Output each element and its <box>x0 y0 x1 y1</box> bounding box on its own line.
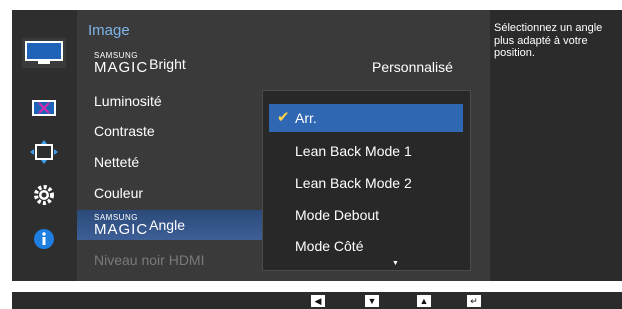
image-menu: Image SAMSUNG MAGIC Bright Personnalisé … <box>77 10 490 281</box>
info-icon[interactable] <box>22 224 66 254</box>
menu-item-magic-bright[interactable]: SAMSUNG MAGIC Bright <box>77 50 262 77</box>
dropdown-option-mode-cote[interactable]: Mode Côté <box>263 232 470 260</box>
help-text: Sélectionnez un angle plus adapté à votr… <box>494 22 603 60</box>
down-arrow-icon[interactable]: ▼ <box>365 295 379 307</box>
up-arrow-icon[interactable]: ▲ <box>417 295 431 307</box>
dropdown-option-label: Arr. <box>295 110 317 126</box>
dropdown-option-arr[interactable]: ✔ Arr. <box>269 104 463 132</box>
dropdown-option-lean-back-2[interactable]: Lean Back Mode 2 <box>263 169 470 197</box>
dropdown-option-mode-debout[interactable]: Mode Debout <box>263 201 470 229</box>
magic-prefix-bottom: MAGIC <box>94 220 149 238</box>
settings-icon[interactable] <box>22 180 66 210</box>
menu-item-nettete[interactable]: Netteté <box>77 148 262 175</box>
scroll-down-icon[interactable]: ▼ <box>392 260 399 267</box>
menu-item-label: Bright <box>149 55 186 72</box>
dropdown-option-lean-back-1[interactable]: Lean Back Mode 1 <box>263 137 470 165</box>
menu-item-couleur[interactable]: Couleur <box>77 179 262 206</box>
help-panel: Sélectionnez un angle plus adapté à votr… <box>490 10 622 281</box>
left-arrow-icon[interactable]: ◀ <box>311 295 325 307</box>
picture-icon[interactable] <box>22 38 66 68</box>
bright-value: Personnalisé <box>372 59 453 75</box>
menu-item-label: Angle <box>149 217 185 233</box>
menu-item-magic-angle[interactable]: SAMSUNG MAGIC Angle <box>77 210 262 240</box>
checkmark-icon: ✔ <box>277 109 290 126</box>
angle-dropdown[interactable]: ✔ Arr. Lean Back Mode 1 Lean Back Mode 2… <box>262 90 471 271</box>
size-position-icon[interactable] <box>22 137 66 167</box>
magic-brand-label: SAMSUNG MAGIC <box>94 213 149 238</box>
sidebar <box>12 10 77 281</box>
enter-icon[interactable]: ↵ <box>467 295 481 307</box>
bottom-key-bar: ◀ ▼ ▲ ↵ <box>12 292 622 309</box>
menu-item-niveau-noir-hdmi: Niveau noir HDMI <box>94 251 205 268</box>
menu-item-luminosite[interactable]: Luminosité <box>77 87 262 114</box>
color-icon[interactable] <box>22 93 66 123</box>
magic-brand-label: SAMSUNG MAGIC <box>94 52 149 76</box>
magic-prefix-bottom: MAGIC <box>94 59 149 76</box>
menu-item-contraste[interactable]: Contraste <box>77 117 262 144</box>
menu-title: Image <box>88 22 130 39</box>
